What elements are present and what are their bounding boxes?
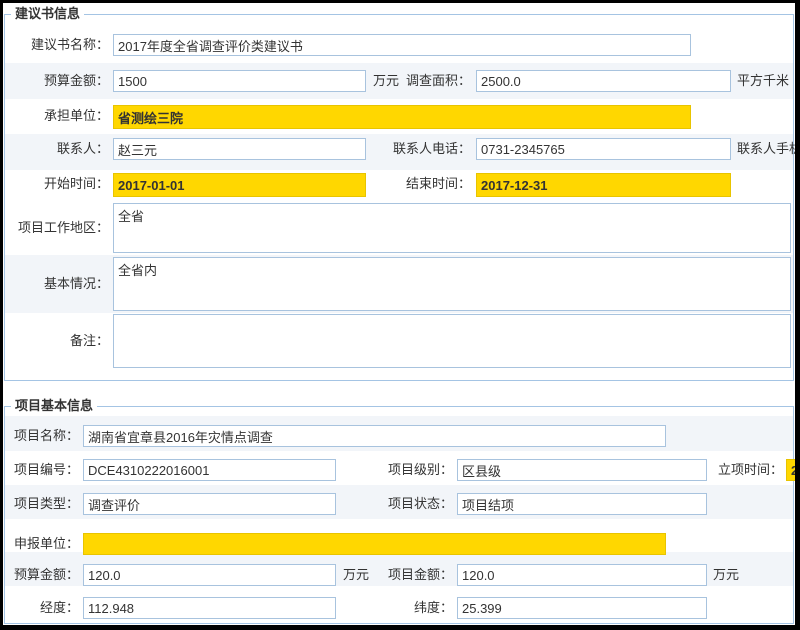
project-name-input[interactable] bbox=[83, 425, 666, 447]
start-time-input[interactable] bbox=[113, 173, 366, 197]
approval-time-label: 立项时间： bbox=[705, 459, 783, 481]
project-code-label: 项目编号： bbox=[5, 459, 79, 481]
work-region-textarea[interactable]: 全省 bbox=[113, 203, 791, 253]
project-budget-input[interactable] bbox=[83, 564, 336, 586]
proposal-info-section: 建议书信息 建议书名称： 预算金额： 万元 调查面积： 平方千米 承担单位： 联… bbox=[4, 14, 794, 381]
project-budget-label: 预算金额： bbox=[5, 564, 79, 586]
project-type-input[interactable] bbox=[83, 493, 336, 515]
survey-area-unit: 平方千米 bbox=[737, 70, 789, 92]
project-status-label: 项目状态： bbox=[373, 493, 453, 515]
longitude-input[interactable] bbox=[83, 597, 336, 619]
end-time-input[interactable] bbox=[476, 173, 731, 197]
project-level-label: 项目级别： bbox=[373, 459, 453, 481]
project-section-title: 项目基本信息 bbox=[11, 398, 97, 414]
project-amount-input[interactable] bbox=[457, 564, 707, 586]
proposal-name-label: 建议书名称： bbox=[5, 34, 109, 56]
longitude-label: 经度： bbox=[5, 597, 79, 619]
basic-info-label: 基本情况： bbox=[5, 273, 109, 295]
proposal-budget-label: 预算金额： bbox=[5, 70, 109, 92]
applicant-label: 申报单位： bbox=[5, 533, 79, 555]
project-type-label: 项目类型： bbox=[5, 493, 79, 515]
latitude-label: 纬度： bbox=[373, 597, 453, 619]
proposal-budget-input[interactable] bbox=[113, 70, 366, 92]
remark-label: 备注： bbox=[5, 330, 109, 352]
basic-info-textarea[interactable]: 全省内 bbox=[113, 257, 791, 311]
start-time-label: 开始时间： bbox=[5, 173, 109, 195]
contact-input[interactable] bbox=[113, 138, 366, 160]
contact-phone-label: 联系人电话： bbox=[391, 138, 471, 160]
approval-time-input[interactable] bbox=[786, 459, 800, 481]
proposal-section-title: 建议书信息 bbox=[11, 6, 84, 22]
contact-phone-input[interactable] bbox=[476, 138, 731, 160]
project-info-section: 项目基本信息 项目名称： 项目编号： 项目级别： 立项时间： 项目类型： 项目状… bbox=[4, 406, 794, 624]
latitude-input[interactable] bbox=[457, 597, 707, 619]
project-name-label: 项目名称： bbox=[5, 425, 79, 447]
project-code-input[interactable] bbox=[83, 459, 336, 481]
work-region-label: 项目工作地区： bbox=[5, 217, 109, 239]
remark-textarea[interactable] bbox=[113, 314, 791, 368]
end-time-label: 结束时间： bbox=[391, 173, 471, 195]
survey-area-input[interactable] bbox=[476, 70, 731, 92]
project-status-input[interactable] bbox=[457, 493, 707, 515]
form-window: 建议书信息 建议书名称： 预算金额： 万元 调查面积： 平方千米 承担单位： 联… bbox=[0, 0, 800, 630]
project-amount-label: 项目金额： bbox=[373, 564, 453, 586]
proposal-name-input[interactable] bbox=[113, 34, 691, 56]
contact-label: 联系人： bbox=[5, 138, 109, 160]
contact-mobile-label: 联系人手机 bbox=[737, 138, 800, 160]
applicant-input[interactable] bbox=[83, 533, 666, 555]
project-amount-unit: 万元 bbox=[713, 564, 739, 586]
undertaker-label: 承担单位： bbox=[5, 105, 109, 127]
project-budget-unit: 万元 bbox=[343, 564, 369, 586]
undertaker-input[interactable] bbox=[113, 105, 691, 129]
survey-area-label: 调查面积： bbox=[391, 70, 471, 92]
project-level-input[interactable] bbox=[457, 459, 707, 481]
